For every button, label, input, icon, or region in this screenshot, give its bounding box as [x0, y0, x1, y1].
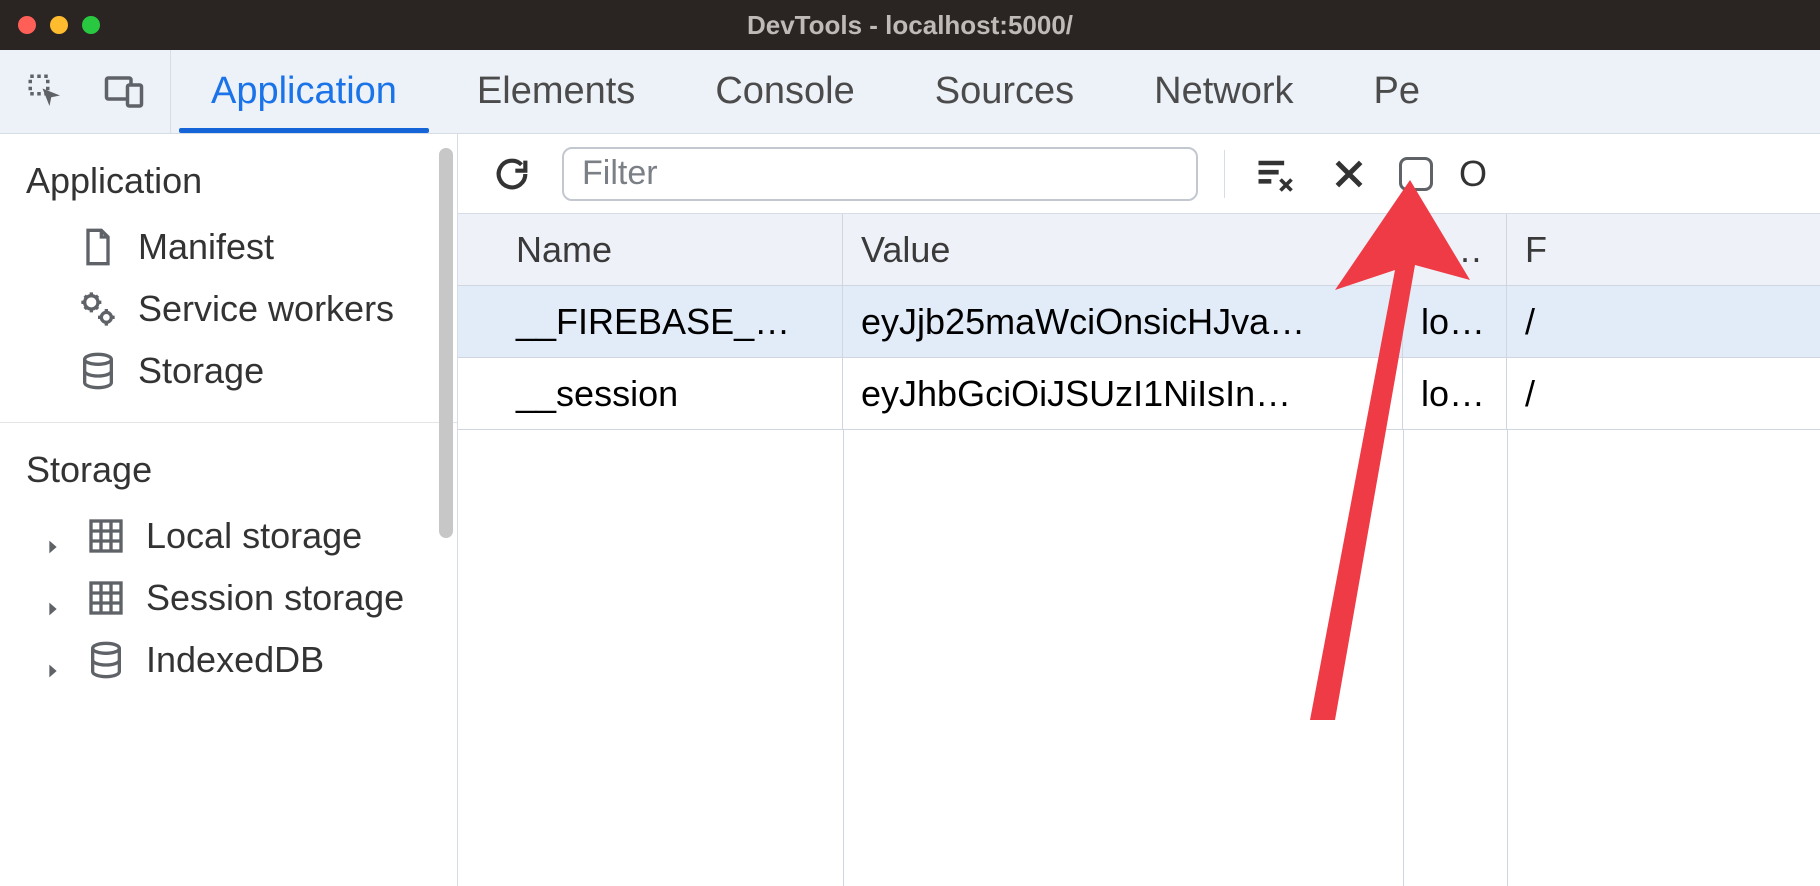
grid-icon — [86, 516, 126, 556]
tab-console[interactable]: Console — [675, 50, 894, 133]
cell-domain: lo… — [1403, 358, 1507, 429]
devtools-tabs: Application Elements Console Sources Net… — [171, 50, 1460, 133]
sidebar-item-service-workers[interactable]: Service workers — [0, 278, 457, 340]
cell-value: eyJjb25maWciOnsicHJva… — [843, 286, 1403, 357]
cell-path: / — [1507, 286, 1587, 357]
tab-label: Network — [1154, 70, 1293, 113]
tab-network[interactable]: Network — [1114, 50, 1333, 133]
cell-name: __session — [458, 358, 843, 429]
cell-value: eyJhbGciOiJSUzI1NiIsIn… — [843, 358, 1403, 429]
gears-icon — [78, 289, 118, 329]
inspect-element-icon[interactable] — [22, 68, 70, 116]
divider — [1224, 150, 1225, 198]
document-icon — [78, 227, 118, 267]
sidebar-item-label: Storage — [138, 350, 264, 392]
sidebar-section-storage: Storage — [0, 423, 457, 505]
tab-sources[interactable]: Sources — [895, 50, 1114, 133]
sidebar-item-label: Session storage — [146, 577, 404, 619]
only-cookies-label-fragment: O — [1459, 153, 1487, 195]
table-row[interactable]: __FIREBASE_… eyJjb25maWciOnsicHJva… lo… … — [458, 286, 1820, 358]
tab-label: Pe — [1374, 70, 1420, 113]
column-domain[interactable]: D… — [1403, 214, 1507, 285]
sidebar-item-label: Manifest — [138, 226, 274, 268]
table-header: Name Value D… F — [458, 214, 1820, 286]
table-row[interactable]: __session eyJhbGciOiJSUzI1NiIsIn… lo… / — [458, 358, 1820, 430]
application-sidebar: Application Manifest Service workers Sto… — [0, 134, 458, 886]
chevron-right-icon — [42, 587, 64, 609]
tab-label: Sources — [935, 70, 1074, 113]
tab-application[interactable]: Application — [171, 50, 437, 133]
cell-domain: lo… — [1403, 286, 1507, 357]
sidebar-item-label: Local storage — [146, 515, 362, 557]
sidebar-section-application: Application — [0, 134, 457, 216]
delete-selected-button[interactable] — [1325, 150, 1373, 198]
maximize-window-button[interactable] — [82, 16, 100, 34]
sidebar-scrollbar[interactable] — [439, 148, 453, 538]
database-icon — [78, 351, 118, 391]
window-controls — [18, 16, 100, 34]
cell-path: / — [1507, 358, 1587, 429]
refresh-button[interactable] — [488, 150, 536, 198]
window-title: DevTools - localhost:5000/ — [747, 10, 1073, 41]
sidebar-item-manifest[interactable]: Manifest — [0, 216, 457, 278]
column-value[interactable]: Value — [843, 214, 1403, 285]
cookies-table: Name Value D… F __FIREBASE_… eyJjb25maWc… — [458, 214, 1820, 886]
close-window-button[interactable] — [18, 16, 36, 34]
sidebar-item-label: IndexedDB — [146, 639, 324, 681]
sidebar-item-session-storage[interactable]: Session storage — [0, 567, 457, 629]
column-name[interactable]: Name — [458, 214, 843, 285]
sidebar-item-indexeddb[interactable]: IndexedDB — [0, 629, 457, 691]
chevron-right-icon — [42, 649, 64, 671]
clear-all-button[interactable] — [1251, 150, 1299, 198]
filter-bar: O — [458, 134, 1820, 214]
device-toolbar-icon[interactable] — [100, 68, 148, 116]
tab-label: Console — [715, 70, 854, 113]
table-gridlines — [458, 430, 1820, 886]
sidebar-item-local-storage[interactable]: Local storage — [0, 505, 457, 567]
column-path[interactable]: F — [1507, 214, 1587, 285]
tab-label: Elements — [477, 70, 635, 113]
minimize-window-button[interactable] — [50, 16, 68, 34]
filter-input[interactable] — [562, 147, 1198, 201]
cookies-panel: O Name Value D… F __FIREBASE_… eyJjb25ma… — [458, 134, 1820, 886]
tab-elements[interactable]: Elements — [437, 50, 675, 133]
tab-performance[interactable]: Pe — [1334, 50, 1460, 133]
devtools-toolbar: Application Elements Console Sources Net… — [0, 50, 1820, 134]
grid-icon — [86, 578, 126, 618]
chevron-right-icon — [42, 525, 64, 547]
window-titlebar: DevTools - localhost:5000/ — [0, 0, 1820, 50]
sidebar-item-storage[interactable]: Storage — [0, 340, 457, 402]
tab-label: Application — [211, 70, 397, 113]
only-cookies-checkbox[interactable] — [1399, 157, 1433, 191]
sidebar-item-label: Service workers — [138, 288, 394, 330]
database-icon — [86, 640, 126, 680]
cell-name: __FIREBASE_… — [458, 286, 843, 357]
